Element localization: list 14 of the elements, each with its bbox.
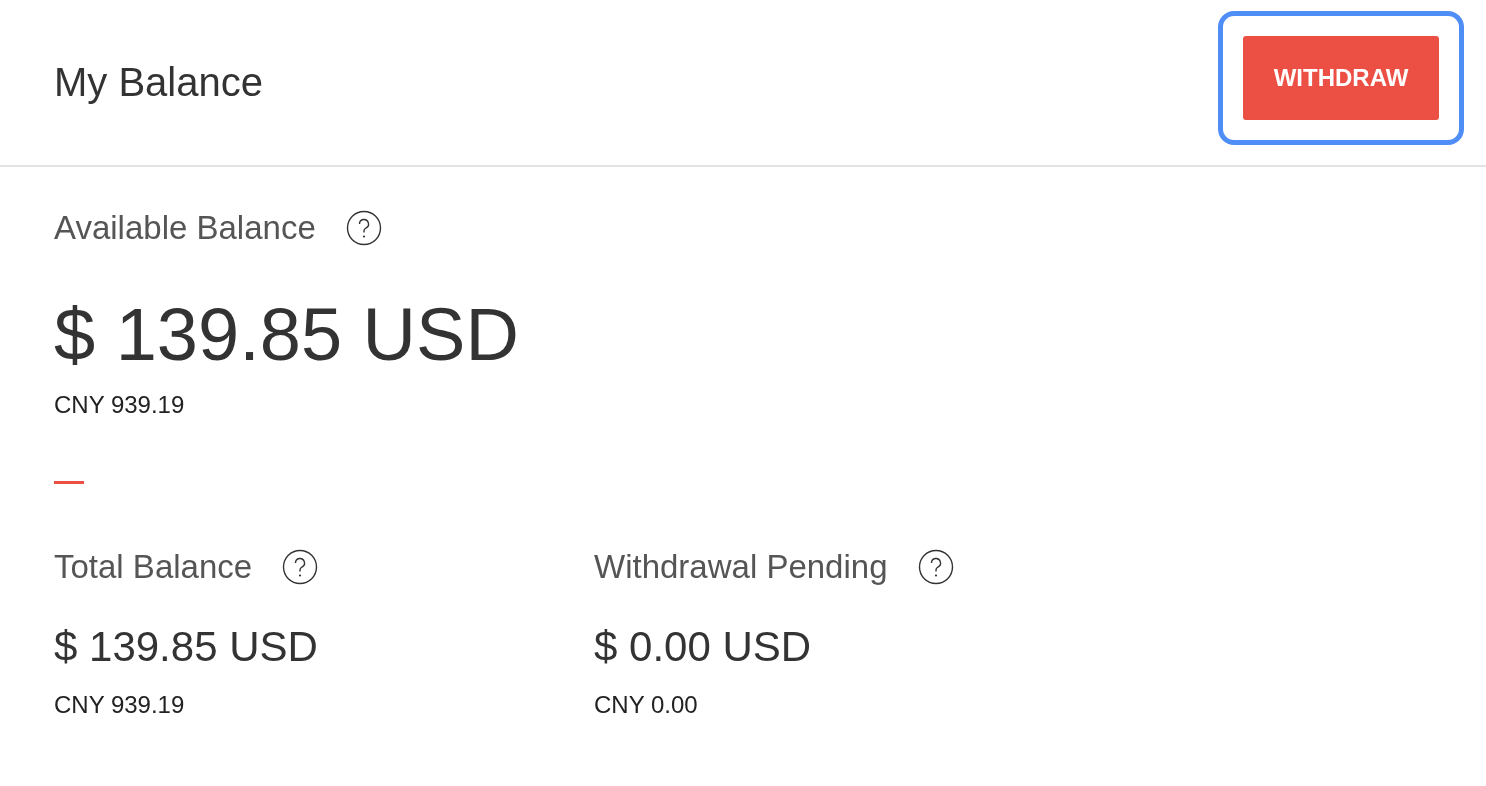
converted-amount: CNY 0.00 (594, 691, 699, 719)
help-icon[interactable] (282, 549, 319, 585)
balance-label: Total Balance (54, 548, 253, 586)
help-icon[interactable] (917, 549, 954, 585)
withdraw-button[interactable]: WITHDRAW (1243, 35, 1439, 120)
balance-amount: $ 139.85 USD (54, 295, 520, 375)
balance-label: Available Balance (54, 209, 316, 247)
help-icon[interactable] (345, 210, 382, 246)
page-title: My Balance (54, 60, 263, 105)
balance-amount: $ 139.85 USD (54, 623, 319, 671)
balance-amount: $ 0.00 USD (594, 623, 813, 671)
converted-amount: CNY 939.19 (54, 391, 186, 419)
balance-label: Withdrawal Pending (594, 548, 888, 586)
converted-amount: CNY 939.19 (54, 691, 186, 719)
